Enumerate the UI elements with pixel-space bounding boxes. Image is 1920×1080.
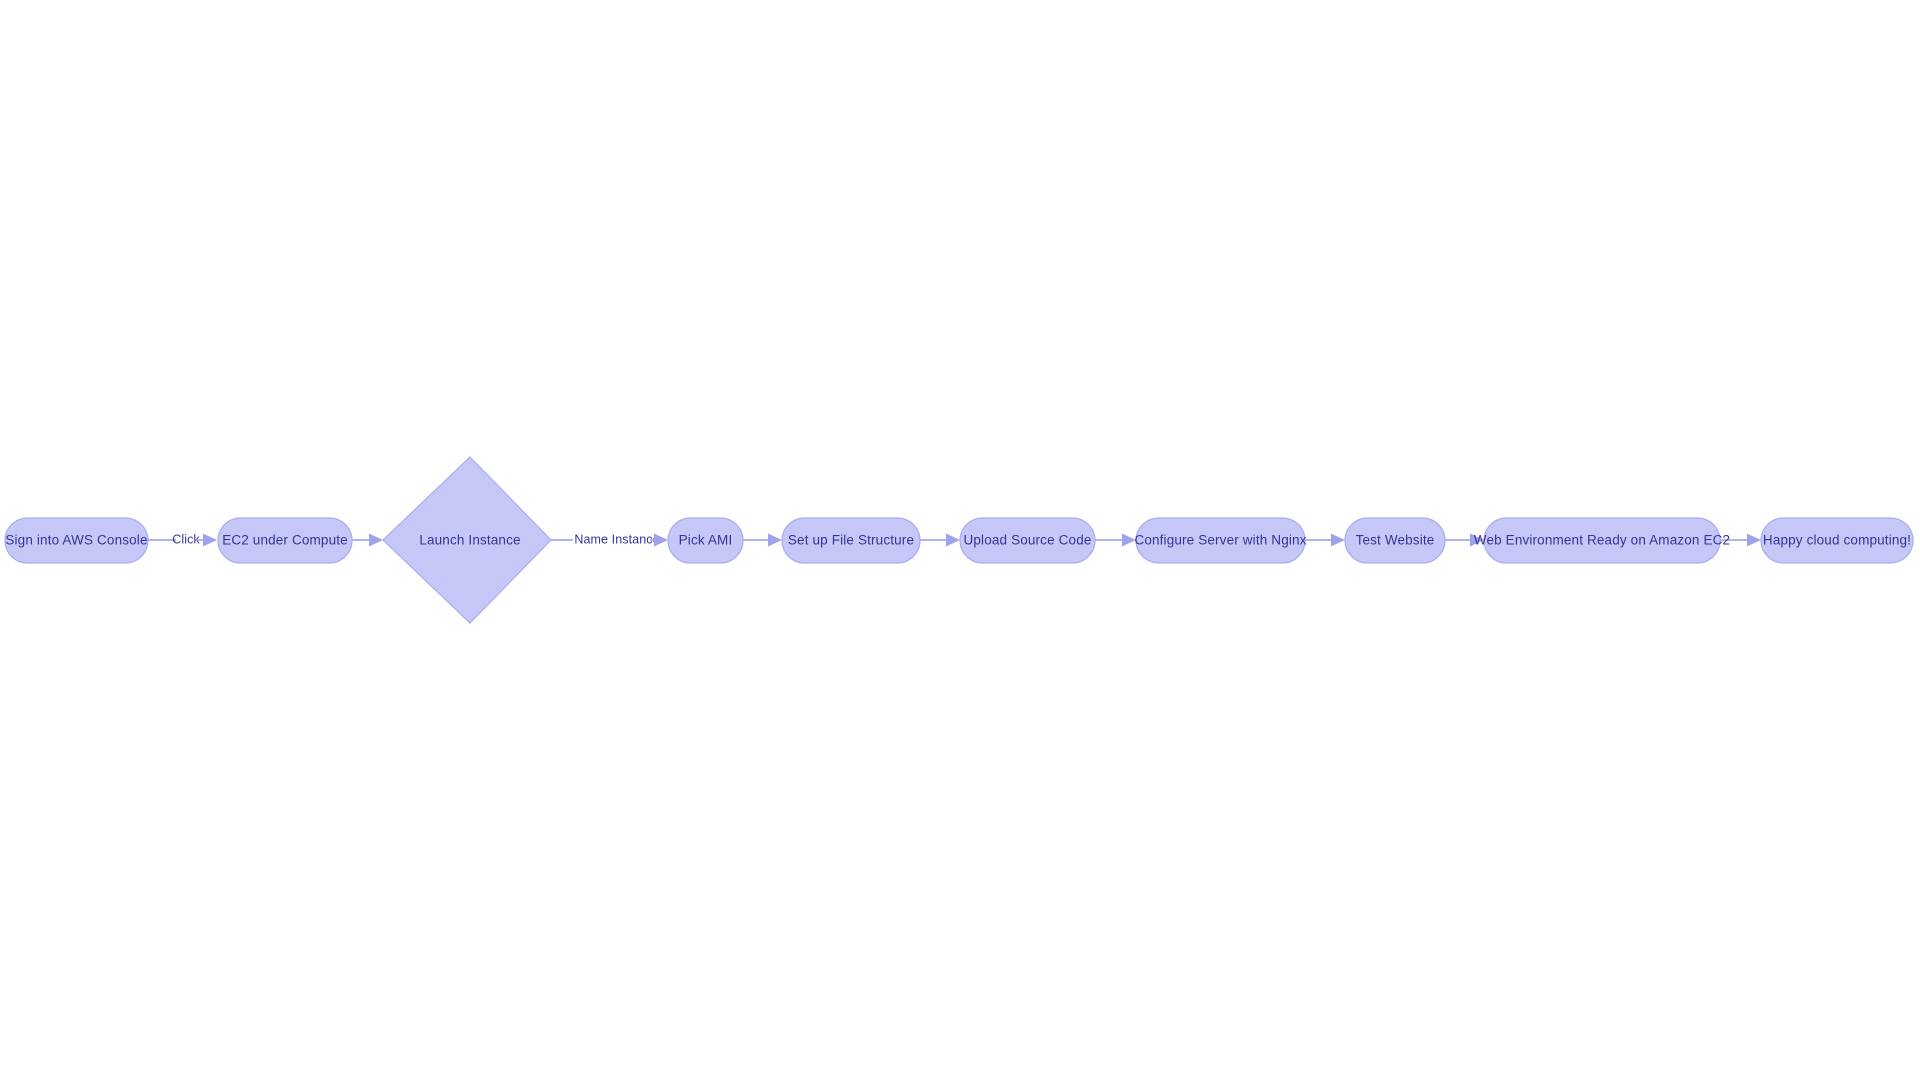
arrowhead-icon bbox=[1747, 533, 1761, 547]
edge-n4-n5 bbox=[920, 533, 960, 547]
node-label: EC2 under Compute bbox=[222, 533, 348, 548]
edge-n0-n1: Click bbox=[148, 532, 217, 547]
node-label: Pick AMI bbox=[679, 533, 733, 548]
node-label: Web Environment Ready on Amazon EC2 bbox=[1474, 533, 1730, 548]
node-label: Configure Server with Nginx bbox=[1134, 533, 1306, 548]
flowchart-canvas: Click Name Instance Sign into AWS Consol… bbox=[0, 0, 1920, 1080]
node-launch-instance[interactable]: Launch Instance bbox=[382, 456, 552, 624]
edge-n6-n7 bbox=[1305, 533, 1345, 547]
edge-n2-n3: Name Instance bbox=[551, 532, 668, 547]
node-upload-source-code[interactable]: Upload Source Code bbox=[959, 517, 1096, 564]
node-happy-cloud-computing[interactable]: Happy cloud computing! bbox=[1760, 517, 1914, 564]
arrowhead-icon bbox=[203, 533, 217, 547]
node-set-up-file-structure[interactable]: Set up File Structure bbox=[781, 517, 921, 564]
arrowhead-icon bbox=[768, 533, 782, 547]
node-label: Sign into AWS Console bbox=[5, 533, 147, 548]
node-label: Set up File Structure bbox=[788, 533, 914, 548]
node-ec2-under-compute[interactable]: EC2 under Compute bbox=[217, 517, 353, 564]
node-label: Happy cloud computing! bbox=[1763, 533, 1911, 548]
edge-label-name-instance: Name Instance bbox=[574, 532, 659, 546]
edge-n3-n4 bbox=[743, 533, 782, 547]
arrowhead-icon bbox=[654, 533, 668, 547]
node-label: Launch Instance bbox=[419, 533, 520, 548]
node-label: Upload Source Code bbox=[963, 533, 1091, 548]
arrowhead-icon bbox=[369, 533, 383, 547]
node-test-website[interactable]: Test Website bbox=[1344, 517, 1446, 564]
arrowhead-icon bbox=[1331, 533, 1345, 547]
node-web-environment-ready-on-amazon-ec2[interactable]: Web Environment Ready on Amazon EC2 bbox=[1474, 517, 1730, 564]
node-sign-into-aws-console[interactable]: Sign into AWS Console bbox=[4, 517, 149, 564]
node-pick-ami[interactable]: Pick AMI bbox=[667, 517, 744, 564]
node-label: Test Website bbox=[1356, 533, 1435, 548]
edge-n5-n6 bbox=[1095, 533, 1136, 547]
node-configure-server-with-nginx[interactable]: Configure Server with Nginx bbox=[1134, 517, 1307, 564]
arrowhead-icon bbox=[946, 533, 960, 547]
edge-n1-n2 bbox=[352, 533, 383, 547]
